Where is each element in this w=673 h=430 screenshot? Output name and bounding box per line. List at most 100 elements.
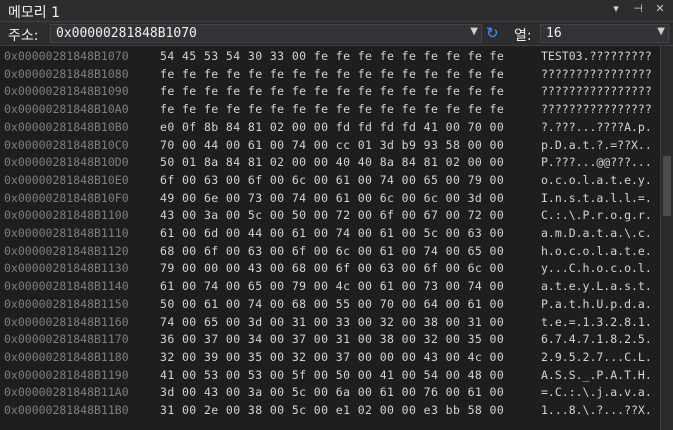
memory-row[interactable]: 0x00000281848B11A0 3d 00 43 00 3a 00 5c 0… <box>0 384 660 401</box>
row-address: 0x00000281848B10B0 <box>4 119 129 134</box>
memory-row[interactable]: 0x00000281848B10E0 6f 00 63 00 6f 00 6c 0… <box>0 172 660 189</box>
columns-select[interactable]: 16 ▼ <box>540 24 669 43</box>
memory-row[interactable]: 0x00000281848B10A0 fe fe fe fe fe fe fe f… <box>0 101 660 118</box>
row-address: 0x00000281848B1070 <box>4 49 129 63</box>
vertical-scrollbar[interactable] <box>660 46 673 430</box>
row-ascii[interactable]: =.C.:.\.j.a.v.a. <box>541 384 652 401</box>
row-ascii[interactable]: o.c.o.l.a.t.e.y. <box>541 172 652 189</box>
row-address: 0x00000281848B1170 <box>4 332 129 347</box>
row-ascii[interactable]: t.e.=.1.3.2.8.1. <box>541 314 652 331</box>
row-bytes[interactable]: fe fe fe fe fe fe fe fe fe fe fe fe fe f… <box>160 66 504 83</box>
toolbar: 주소: 0x00000281848B1070 ▼ ↻ 열: 16 ▼ <box>0 22 673 46</box>
row-ascii[interactable]: h.o.c.o.l.a.t.e. <box>541 243 652 260</box>
row-ascii[interactable]: 6.7.4.7.1.8.2.5. <box>541 331 652 348</box>
row-ascii[interactable]: P.a.t.h.U.p.d.a. <box>541 296 652 313</box>
row-ascii[interactable]: TEST03.????????? <box>541 48 652 65</box>
columns-value: 16 <box>546 26 562 41</box>
row-ascii[interactable]: ???????????????? <box>541 101 652 118</box>
row-ascii[interactable]: y...C.h.o.c.o.l. <box>541 260 652 277</box>
row-bytes[interactable]: 79 00 00 00 43 00 68 00 6f 00 63 00 6f 0… <box>160 260 504 277</box>
row-bytes[interactable]: 6f 00 63 00 6f 00 6c 00 61 00 74 00 65 0… <box>160 172 504 189</box>
columns-label: 열: <box>514 28 532 44</box>
memory-row[interactable]: 0x00000281848B10D0 50 01 8a 84 81 02 00 0… <box>0 154 660 171</box>
row-bytes[interactable]: e0 0f 8b 84 81 02 00 00 fd fd fd fd 41 0… <box>160 119 504 136</box>
row-address: 0x00000281848B10C0 <box>4 137 129 152</box>
row-address: 0x00000281848B1090 <box>4 84 129 99</box>
chevron-down-icon[interactable]: ▼ <box>657 26 665 37</box>
memory-row[interactable]: 0x00000281848B1090 fe fe fe fe fe fe fe f… <box>0 83 660 100</box>
row-bytes[interactable]: 74 00 65 00 3d 00 31 00 33 00 32 00 38 0… <box>160 314 504 331</box>
row-bytes[interactable]: 54 45 53 54 30 33 00 fe fe fe fe fe fe f… <box>160 48 504 65</box>
row-bytes[interactable]: 41 00 53 00 53 00 5f 00 50 00 41 00 54 0… <box>160 367 504 384</box>
title-bar: 메모리 1 ▾ ⊣ ✕ <box>0 0 673 22</box>
memory-row[interactable]: 0x00000281848B10F0 49 00 6e 00 73 00 74 0… <box>0 190 660 207</box>
memory-row[interactable]: 0x00000281848B1160 74 00 65 00 3d 00 31 0… <box>0 314 660 331</box>
row-ascii[interactable]: I.n.s.t.a.l.l.=. <box>541 190 652 207</box>
row-address: 0x00000281848B1100 <box>4 208 129 223</box>
row-address: 0x00000281848B1180 <box>4 349 129 364</box>
memory-row[interactable]: 0x00000281848B1120 68 00 6f 00 63 00 6f 0… <box>0 243 660 260</box>
memory-row[interactable]: 0x00000281848B10B0 e0 0f 8b 84 81 02 00 0… <box>0 119 660 136</box>
address-value: 0x00000281848B1070 <box>56 26 197 41</box>
row-bytes[interactable]: 3d 00 43 00 3a 00 5c 00 6a 00 61 00 76 0… <box>160 384 504 401</box>
row-bytes[interactable]: 49 00 6e 00 73 00 74 00 61 00 6c 00 6c 0… <box>160 190 504 207</box>
row-ascii[interactable]: ???????????????? <box>541 66 652 83</box>
row-address: 0x00000281848B11B0 <box>4 403 129 417</box>
row-bytes[interactable]: 50 00 61 00 74 00 68 00 55 00 70 00 64 0… <box>160 296 504 313</box>
pin-icon[interactable]: ⊣ <box>631 2 645 15</box>
row-ascii[interactable]: p.D.a.t.?.=??X.. <box>541 137 652 154</box>
memory-row[interactable]: 0x00000281848B1140 61 00 74 00 65 00 79 0… <box>0 278 660 295</box>
row-ascii[interactable]: ???????????????? <box>541 83 652 100</box>
row-ascii[interactable]: a.t.e.y.L.a.s.t. <box>541 278 652 295</box>
row-address: 0x00000281848B1110 <box>4 226 129 240</box>
close-icon[interactable]: ✕ <box>653 2 667 15</box>
memory-row[interactable]: 0x00000281848B1190 41 00 53 00 53 00 5f 0… <box>0 367 660 384</box>
chevron-down-icon[interactable]: ▼ <box>470 26 478 37</box>
window-title: 메모리 1 <box>8 5 60 21</box>
row-address: 0x00000281848B1130 <box>4 261 129 276</box>
row-ascii[interactable]: a.m.D.a.t.a.\.c. <box>541 225 652 242</box>
row-ascii[interactable]: ?.???...????A.p. <box>541 119 652 136</box>
row-bytes[interactable]: 50 01 8a 84 81 02 00 00 40 40 8a 84 81 0… <box>160 154 504 171</box>
row-bytes[interactable]: fe fe fe fe fe fe fe fe fe fe fe fe fe f… <box>160 101 504 118</box>
row-ascii[interactable]: P.???...@@???... <box>541 154 652 171</box>
row-address: 0x00000281848B10D0 <box>4 155 129 170</box>
row-bytes[interactable]: 32 00 39 00 35 00 32 00 37 00 00 00 43 0… <box>160 349 504 366</box>
memory-row[interactable]: 0x00000281848B1130 79 00 00 00 43 00 68 0… <box>0 260 660 277</box>
address-label: 주소: <box>8 28 39 44</box>
row-bytes[interactable]: fe fe fe fe fe fe fe fe fe fe fe fe fe f… <box>160 83 504 100</box>
row-bytes[interactable]: 61 00 74 00 65 00 79 00 4c 00 61 00 73 0… <box>160 278 504 295</box>
window-buttons: ▾ ⊣ ✕ <box>609 2 667 15</box>
row-address: 0x00000281848B10A0 <box>4 102 129 117</box>
row-ascii[interactable]: C.:.\.P.r.o.g.r. <box>541 207 652 224</box>
memory-row[interactable]: 0x00000281848B10C0 70 00 44 00 61 00 74 0… <box>0 137 660 154</box>
memory-row[interactable]: 0x00000281848B1150 50 00 61 00 74 00 68 0… <box>0 296 660 313</box>
row-address: 0x00000281848B11A0 <box>4 385 129 400</box>
memory-row[interactable]: 0x00000281848B1180 32 00 39 00 35 00 32 0… <box>0 349 660 366</box>
row-address: 0x00000281848B1140 <box>4 279 129 294</box>
memory-row[interactable]: 0x00000281848B1110 61 00 6d 00 44 00 61 0… <box>0 225 660 242</box>
dropdown-icon[interactable]: ▾ <box>609 2 623 15</box>
row-ascii[interactable]: 1...8.\.?...??X. <box>541 402 652 419</box>
row-ascii[interactable]: A.S.S._.P.A.T.H. <box>541 367 652 384</box>
row-bytes[interactable]: 36 00 37 00 34 00 37 00 31 00 38 00 32 0… <box>160 331 504 348</box>
row-address: 0x00000281848B1080 <box>4 66 129 81</box>
row-bytes[interactable]: 43 00 3a 00 5c 00 50 00 72 00 6f 00 67 0… <box>160 207 504 224</box>
memory-row[interactable]: 0x00000281848B1170 36 00 37 00 34 00 37 0… <box>0 331 660 348</box>
memory-row[interactable]: 0x00000281848B1070 54 45 53 54 30 33 00 f… <box>0 48 660 65</box>
refresh-icon[interactable]: ↻ <box>486 24 499 42</box>
row-bytes[interactable]: 31 00 2e 00 38 00 5c 00 e1 02 00 00 e3 b… <box>160 402 504 419</box>
memory-row[interactable]: 0x00000281848B1100 43 00 3a 00 5c 00 50 0… <box>0 207 660 224</box>
row-bytes[interactable]: 68 00 6f 00 63 00 6f 00 6c 00 61 00 74 0… <box>160 243 504 260</box>
row-address: 0x00000281848B1150 <box>4 296 129 311</box>
memory-row[interactable]: 0x00000281848B1080 fe fe fe fe fe fe fe f… <box>0 66 660 83</box>
row-address: 0x00000281848B1190 <box>4 367 129 382</box>
row-ascii[interactable]: 2.9.5.2.7...C.L. <box>541 349 652 366</box>
memory-view[interactable]: 0x00000281848B1070 54 45 53 54 30 33 00 f… <box>0 46 660 430</box>
row-address: 0x00000281848B10E0 <box>4 172 129 187</box>
row-bytes[interactable]: 70 00 44 00 61 00 74 00 cc 01 3d b9 93 5… <box>160 137 504 154</box>
row-bytes[interactable]: 61 00 6d 00 44 00 61 00 74 00 61 00 5c 0… <box>160 225 504 242</box>
scrollbar-thumb[interactable] <box>663 156 671 216</box>
address-input[interactable]: 0x00000281848B1070 ▼ <box>50 24 482 43</box>
memory-row[interactable]: 0x00000281848B11B0 31 00 2e 00 38 00 5c 0… <box>0 402 660 419</box>
